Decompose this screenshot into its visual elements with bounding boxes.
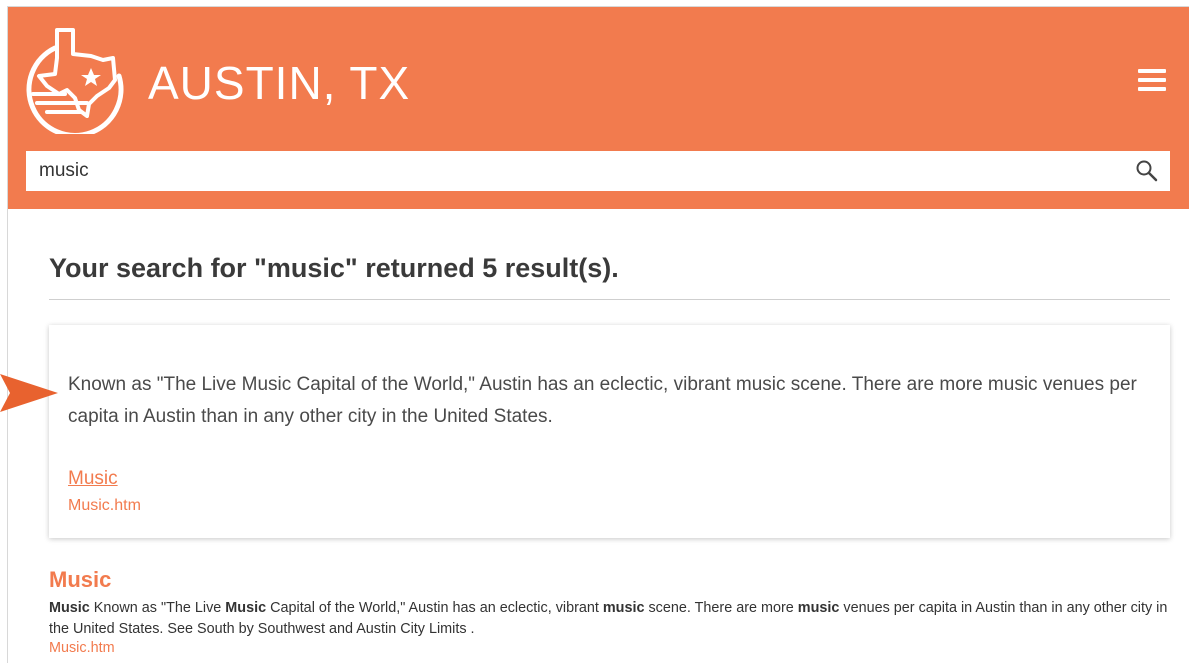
search-icon[interactable] [1134, 158, 1160, 184]
snippet-text: scene. There are more [644, 600, 798, 616]
texas-map-logo[interactable] [25, 24, 125, 134]
highlighted-term: Music [49, 600, 90, 616]
result-snippet: Music Known as "The Live Music Capital o… [49, 598, 1170, 640]
featured-snippet-link[interactable]: Music [68, 468, 118, 490]
highlighted-term: music [797, 600, 840, 616]
page-frame: AUSTIN, TX Your search for "music" retur… [7, 6, 1189, 663]
hamburger-menu-icon[interactable] [1138, 67, 1170, 93]
highlighted-term: music [602, 600, 645, 616]
results-heading: Your search for "music" returned 5 resul… [49, 253, 619, 283]
snippet-text: Capital of the World," Austin has an ecl… [266, 600, 603, 616]
search-bar [26, 151, 1170, 191]
featured-snippet-card: Known as "The Live Music Capital of the … [49, 325, 1170, 538]
snippet-text: Known as "The Live [89, 600, 226, 616]
site-title[interactable]: AUSTIN, TX [148, 55, 410, 111]
highlighted-term: Music [225, 600, 267, 616]
site-header: AUSTIN, TX [8, 7, 1189, 209]
result-title-link[interactable]: Music [49, 567, 111, 593]
featured-snippet-url[interactable]: Music.htm [68, 497, 141, 515]
divider [49, 299, 1170, 300]
result-url-link[interactable]: Music.htm [49, 640, 115, 656]
search-input[interactable] [26, 151, 1126, 191]
callout-arrow-icon [0, 374, 58, 412]
featured-snippet-text: Known as "The Live Music Capital of the … [68, 374, 1137, 427]
